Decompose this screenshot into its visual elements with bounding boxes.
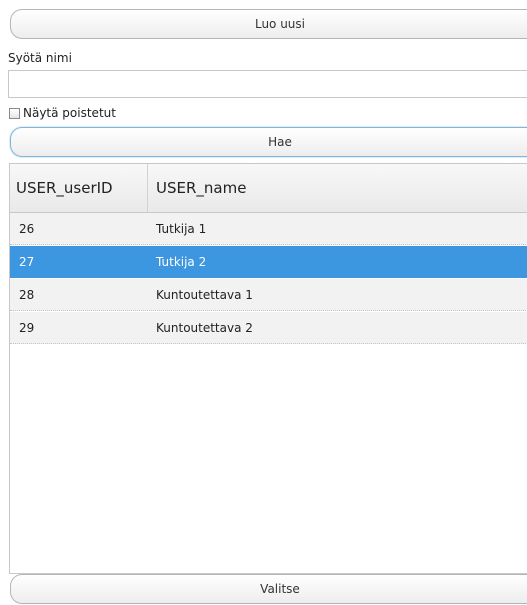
- table-row[interactable]: 29 Kuntoutettava 2: [10, 312, 527, 344]
- user-table: USER_userID USER_name 26 Tutkija 1 27 Tu…: [9, 163, 527, 574]
- cell-user-name: Kuntoutettava 1: [156, 288, 253, 302]
- table-row[interactable]: 26 Tutkija 1: [10, 213, 527, 245]
- show-deleted-label: Näytä poistetut: [23, 106, 116, 120]
- select-button[interactable]: Valitse: [10, 574, 527, 604]
- cell-user-id: 26: [19, 222, 35, 236]
- show-deleted-toggle[interactable]: Näytä poistetut: [9, 105, 116, 121]
- show-deleted-checkbox[interactable]: [9, 107, 20, 119]
- cell-user-id: 27: [19, 255, 35, 269]
- name-field-label: Syötä nimi: [8, 51, 72, 65]
- name-input[interactable]: [8, 70, 527, 98]
- table-row[interactable]: 28 Kuntoutettava 1: [10, 279, 527, 311]
- table-row-selected[interactable]: 27 Tutkija 2: [10, 246, 527, 278]
- cell-user-name: Tutkija 2: [156, 255, 207, 269]
- cell-user-name: Tutkija 1: [156, 222, 207, 236]
- table-header: USER_userID USER_name: [10, 164, 527, 213]
- create-new-button[interactable]: Luo uusi: [10, 9, 527, 39]
- user-search-panel: Luo uusi Syötä nimi Näytä poistetut Hae …: [0, 0, 527, 605]
- cell-user-id: 29: [19, 321, 35, 335]
- cell-user-id: 28: [19, 288, 35, 302]
- cell-user-name: Kuntoutettava 2: [156, 321, 253, 335]
- search-button[interactable]: Hae: [10, 127, 527, 157]
- column-header-user-id[interactable]: USER_userID: [16, 164, 113, 212]
- column-header-user-name[interactable]: USER_name: [147, 164, 246, 212]
